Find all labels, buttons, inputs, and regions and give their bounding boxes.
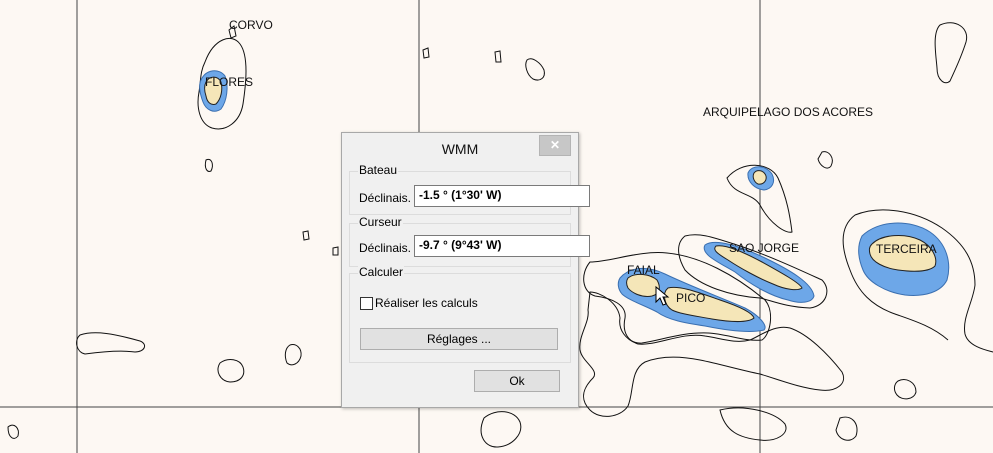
group-title-curseur: Curseur [358,215,403,229]
depth-contour [525,58,545,81]
depth-contour [422,47,430,59]
map-label-corvo: CORVO [229,18,273,32]
depth-contour [217,359,245,383]
group-title-calculer: Calculer [358,265,405,279]
map-label-flores: FLORES [205,75,254,89]
depth-contour [76,332,146,355]
reglages-button[interactable]: Réglages ... [360,328,558,350]
depth-contour [719,407,787,441]
map-label-pico: PICO [676,291,706,305]
group-title-bateau: Bateau [358,163,399,177]
depth-contour [894,379,917,400]
depth-contour [204,158,213,172]
wmm-dialog: WMM ✕ Bateau Déclinais. -1.5 ° (1°30' W)… [341,132,590,408]
ok-button[interactable]: Ok [474,370,560,392]
depth-contour [7,424,19,439]
realiser-calculs-checkbox[interactable] [360,297,373,310]
map-label-sao-jorge: SAO JORGE [729,241,800,255]
bateau-declinaison-label: Déclinais. [359,191,412,205]
depth-contour [934,22,968,84]
depth-contour [480,411,522,448]
depth-contour [494,50,502,63]
map-label-faial: FAIAL [627,263,660,277]
map-label-archipelago: ARQUIPELAGO DOS ACORES [703,105,874,119]
curseur-declinaison-field[interactable]: -9.7 ° (9°43' W) [414,235,590,257]
close-button[interactable]: ✕ [539,135,571,156]
curseur-declinaison-label: Déclinais. [359,241,412,255]
dialog-titlebar[interactable]: WMM ✕ [342,133,578,163]
bateau-declinaison-field[interactable]: -1.5 ° (1°30' W) [414,185,590,207]
map-label-terceira: TERCEIRA [876,242,937,256]
depth-contour [817,151,833,169]
realiser-calculs-label[interactable]: Réaliser les calculs [375,296,478,310]
island-corvo [752,170,767,185]
depth-contour [332,246,339,256]
depth-contour [835,416,858,441]
depth-contour [302,230,310,241]
depth-contour [284,344,302,366]
